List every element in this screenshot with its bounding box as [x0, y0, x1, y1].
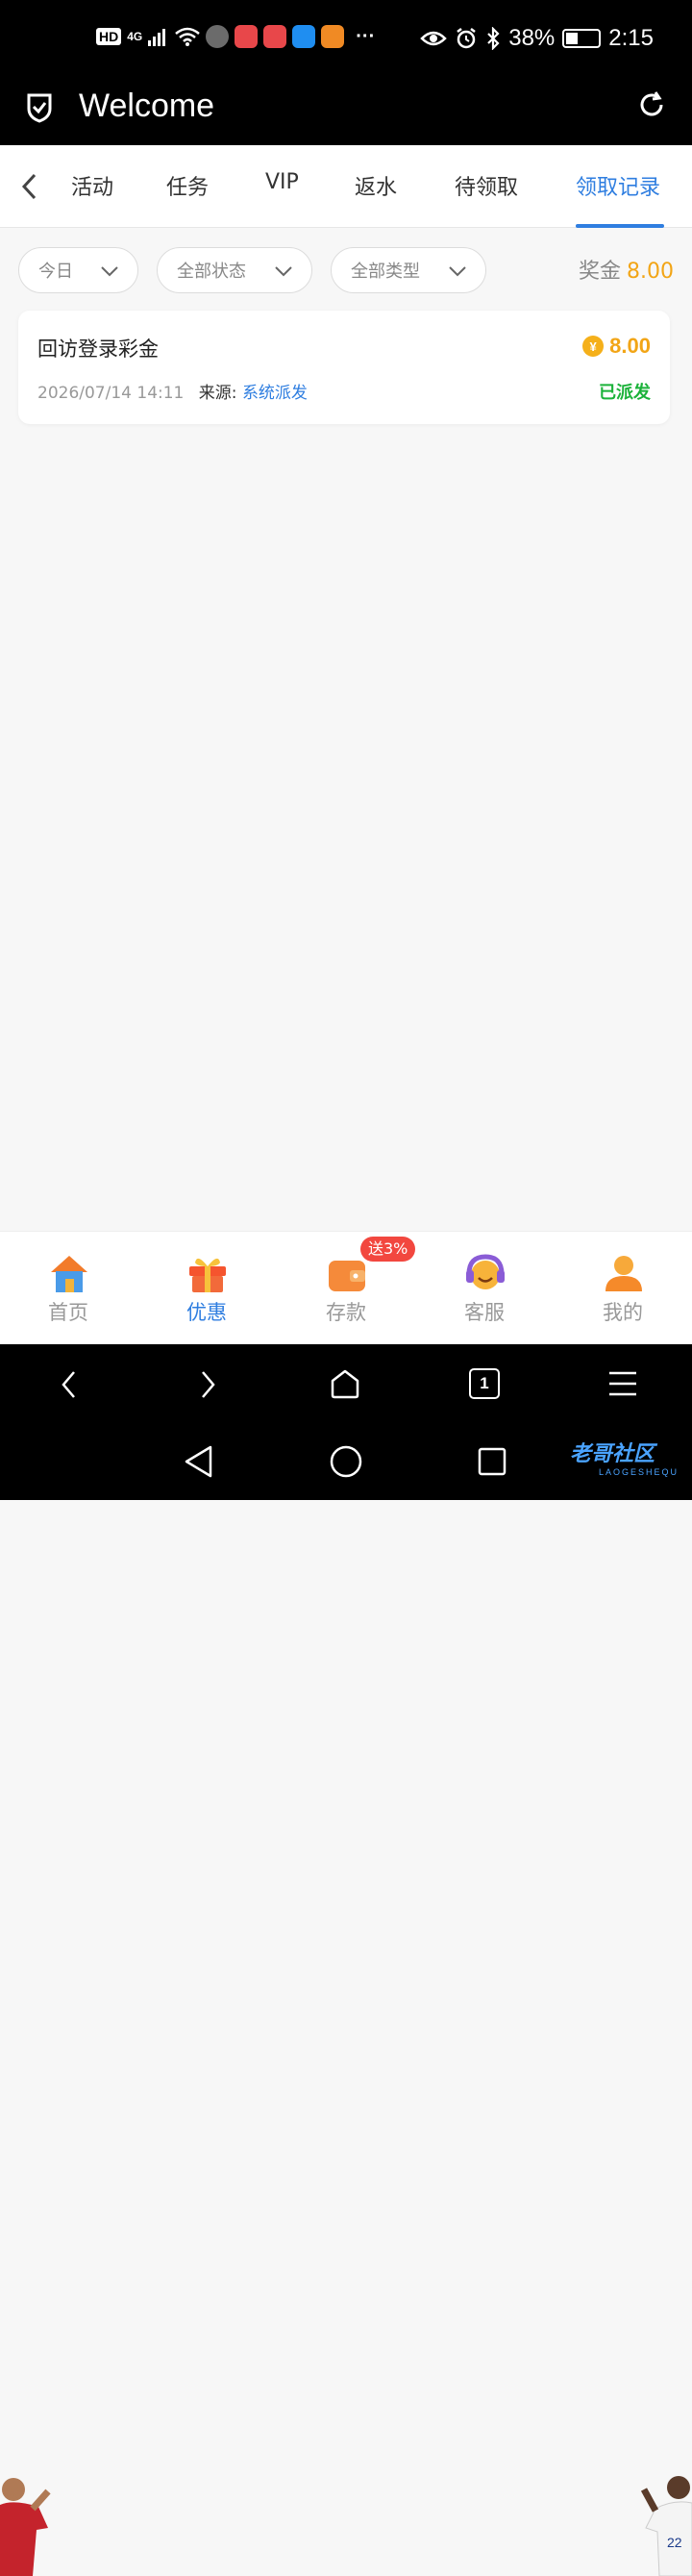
- jersey-number: 22: [667, 2535, 682, 2550]
- nav-promotions[interactable]: 优惠: [149, 1232, 264, 1345]
- active-tab-indicator: [576, 224, 664, 228]
- tab-vip[interactable]: VIP: [265, 170, 299, 194]
- network-type: 4G: [127, 30, 143, 43]
- browser-home-icon[interactable]: [329, 1367, 361, 1400]
- browser-back-icon[interactable]: [58, 1368, 81, 1401]
- record-meta: 2026/07/14 14:11 来源: 系统派发: [37, 379, 308, 403]
- user-icon: [606, 1256, 642, 1291]
- bottom-nav: 22 首页 优惠 存款 客服 我的: [0, 1231, 692, 2576]
- nav-profile[interactable]: 我的: [565, 1232, 680, 1345]
- status-bar: HD 4G ··· 38% 2:15: [0, 0, 692, 82]
- shop-app-icon-2: [263, 25, 287, 48]
- record-datetime: 2026/07/14 14:11: [37, 384, 185, 403]
- nav-support[interactable]: 客服: [427, 1232, 542, 1345]
- browser-menu-icon[interactable]: [607, 1369, 638, 1398]
- watermark-text: 老哥社区: [569, 1442, 655, 1466]
- refresh-icon[interactable]: [636, 89, 667, 120]
- status-right: 38% 2:15: [420, 25, 654, 52]
- tab-activity[interactable]: 活动: [71, 170, 113, 201]
- avatar-app-icon: [206, 25, 230, 48]
- player-left-graphic: [0, 2478, 51, 2576]
- watermark-subtext: LAOGESHEQU: [598, 1467, 679, 1477]
- bonus-value: 8.00: [627, 260, 674, 284]
- player-right-graphic: 22: [640, 2476, 692, 2576]
- headset-icon: [466, 1254, 505, 1289]
- record-amount: ¥ 8.00: [582, 334, 651, 359]
- bonus-label: 奖金: [579, 260, 622, 284]
- signal-icon: [148, 29, 166, 46]
- record-source-label: 来源:: [198, 384, 237, 403]
- type-filter[interactable]: 全部类型: [331, 247, 486, 293]
- app-header: Welcome: [0, 82, 692, 145]
- eye-icon: [420, 31, 448, 46]
- shield-check-icon: [27, 93, 52, 123]
- date-filter[interactable]: 今日: [18, 247, 138, 293]
- chevron-down-icon: [101, 266, 118, 277]
- browser-tabs-button[interactable]: 1: [469, 1368, 500, 1399]
- record-amount-value: 8.00: [609, 334, 651, 358]
- clock: 2:15: [608, 25, 654, 51]
- battery-fill: [566, 33, 579, 44]
- chevron-down-icon: [449, 266, 466, 277]
- tab-claim-records[interactable]: 领取记录: [576, 170, 660, 201]
- tab-rebate[interactable]: 返水: [355, 170, 397, 201]
- tab-pending[interactable]: 待领取: [455, 170, 518, 201]
- gift-icon: [189, 1258, 226, 1292]
- tab-tasks[interactable]: 任务: [166, 170, 209, 201]
- nav-deposit-label: 存款: [326, 1301, 366, 1324]
- nav-support-label: 客服: [464, 1301, 505, 1324]
- system-back-icon[interactable]: [183, 1444, 215, 1479]
- chevron-down-icon: [275, 266, 292, 277]
- bonus-total: 奖金 8.00: [579, 254, 674, 285]
- battery-percent: 38%: [508, 25, 556, 51]
- browser-forward-icon[interactable]: [196, 1368, 219, 1401]
- battery-icon: [562, 29, 602, 48]
- type-filter-label: 全部类型: [351, 262, 420, 282]
- alarm-icon: [457, 28, 476, 49]
- nav-home-label: 首页: [48, 1301, 88, 1324]
- weather-app-icon: [292, 25, 316, 48]
- wallet-icon: [329, 1261, 365, 1291]
- shop-app-icon: [235, 25, 259, 48]
- record-title: 回访登录彩金: [37, 338, 159, 361]
- status-left: HD 4G ···: [96, 25, 375, 48]
- coin-icon: ¥: [582, 336, 605, 357]
- system-recents-icon[interactable]: [477, 1446, 507, 1477]
- watermark-logo: 老哥社区 LAOGESHEQU: [570, 1437, 679, 1477]
- status-filter[interactable]: 全部状态: [157, 247, 312, 293]
- deposit-bonus-badge: 送3%: [360, 1237, 416, 1262]
- house-icon: [51, 1256, 87, 1292]
- status-filter-label: 全部状态: [177, 262, 246, 282]
- tab-bar: 活动 任务 VIP 返水 待领取 领取记录: [0, 145, 692, 228]
- wifi-icon: [175, 27, 201, 46]
- page-title: Welcome: [79, 88, 215, 124]
- system-nav-bar: 老哥社区 LAOGESHEQU: [0, 1423, 692, 1500]
- chevron-left-icon[interactable]: [19, 172, 40, 201]
- more-notifications: ···: [356, 25, 376, 47]
- nav-promotions-label: 优惠: [186, 1301, 227, 1324]
- system-home-icon[interactable]: [329, 1444, 363, 1479]
- date-filter-label: 今日: [38, 262, 73, 282]
- record-status: 已派发: [599, 383, 651, 403]
- nav-home[interactable]: 首页: [11, 1232, 126, 1345]
- nav-profile-label: 我的: [603, 1301, 643, 1324]
- record-source: 系统派发: [241, 384, 308, 403]
- game-app-icon: [321, 25, 345, 48]
- browser-toolbar: 1: [0, 1344, 692, 1423]
- hd-indicator: HD: [96, 28, 122, 45]
- record-card[interactable]: 回访登录彩金 ¥ 8.00 2026/07/14 14:11 来源: 系统派发 …: [18, 311, 670, 424]
- bluetooth-icon: [487, 27, 500, 50]
